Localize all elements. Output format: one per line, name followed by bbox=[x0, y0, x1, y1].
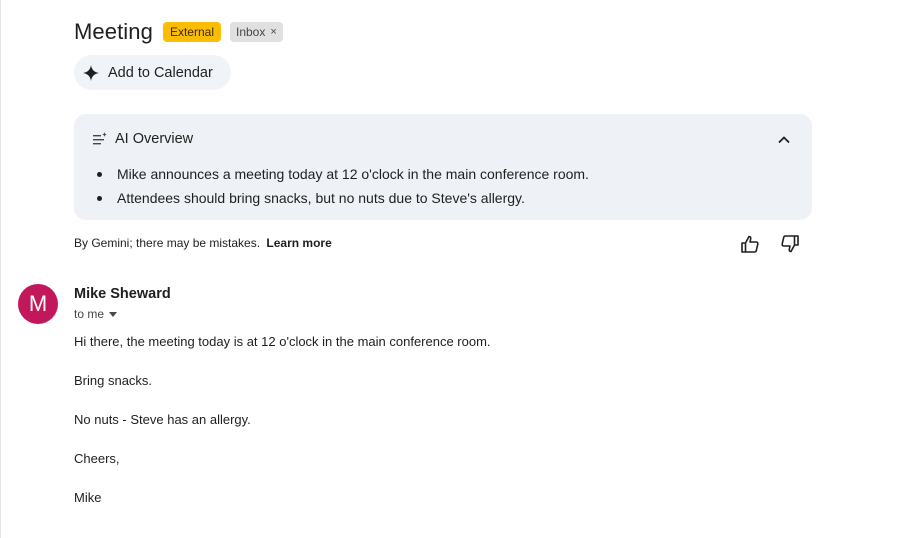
message-body-line: Hi there, the meeting today is at 12 o'c… bbox=[74, 334, 491, 349]
bullet-dot bbox=[97, 171, 102, 177]
sender-name[interactable]: Mike Sheward bbox=[74, 286, 171, 302]
email-subject: Meeting bbox=[74, 19, 153, 44]
learn-more-link[interactable]: Learn more bbox=[266, 236, 331, 250]
inbox-label-text: Inbox bbox=[236, 25, 266, 39]
ai-overview-title: AI Overview bbox=[115, 131, 194, 147]
ai-overview-header: AI Overview bbox=[92, 131, 193, 147]
add-to-calendar-button[interactable]: Add to Calendar bbox=[74, 55, 231, 90]
message-body-line: Cheers, bbox=[74, 451, 120, 466]
remove-label-icon[interactable]: × bbox=[270, 24, 276, 40]
bullet-dot bbox=[97, 195, 102, 201]
recipient-details-toggle[interactable]: to me bbox=[74, 307, 118, 321]
summary-list-icon bbox=[93, 132, 107, 145]
avatar[interactable]: M bbox=[18, 284, 58, 324]
message-body-line: Mike bbox=[74, 490, 102, 505]
recipient-label: to me bbox=[74, 307, 105, 321]
list-item: Mike announces a meeting today at 12 o'c… bbox=[92, 162, 589, 186]
ai-bullet-text: Attendees should bring snacks, but no nu… bbox=[117, 190, 525, 206]
message-body-line: Bring snacks. bbox=[74, 373, 153, 388]
ai-bullet-text: Mike announces a meeting today at 12 o'c… bbox=[117, 166, 589, 182]
ai-overview-bullets: Mike announces a meeting today at 12 o'c… bbox=[92, 162, 589, 210]
pane-divider bbox=[0, 0, 1, 538]
chevron-up-icon[interactable] bbox=[774, 130, 794, 150]
message-body-line: No nuts - Steve has an allergy. bbox=[74, 412, 251, 427]
ai-overview-card: AI Overview Mike announces a meeting tod… bbox=[74, 114, 812, 220]
external-label: External bbox=[162, 22, 221, 42]
sparkle-icon bbox=[83, 64, 99, 81]
subject-row: Meeting External Inbox × bbox=[74, 18, 283, 46]
disclaimer-text: By Gemini; there may be mistakes. bbox=[74, 236, 261, 250]
thumbs-down-icon[interactable] bbox=[779, 233, 801, 255]
add-to-calendar-label: Add to Calendar bbox=[108, 64, 213, 81]
ai-disclaimer: By Gemini; there may be mistakes. Learn … bbox=[74, 236, 332, 250]
thumbs-up-icon[interactable] bbox=[739, 233, 761, 255]
caret-down-icon bbox=[109, 311, 118, 317]
inbox-label: Inbox × bbox=[230, 22, 283, 42]
list-item: Attendees should bring snacks, but no nu… bbox=[92, 186, 589, 210]
